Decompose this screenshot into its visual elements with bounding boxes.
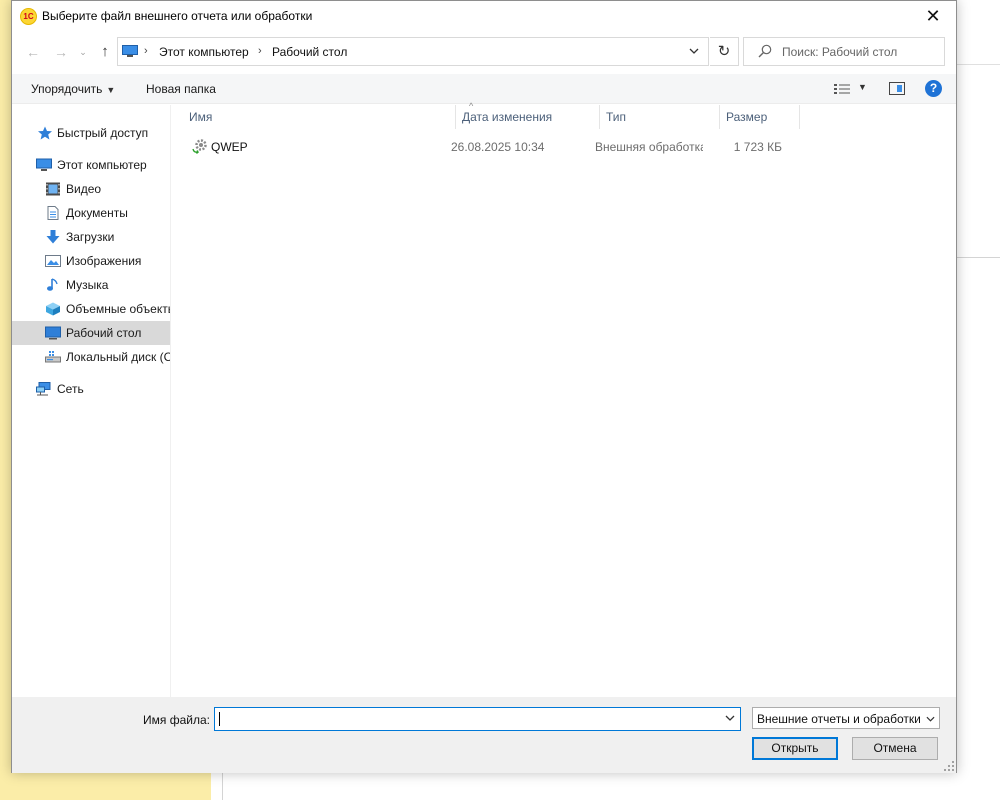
filter-selected-value: Внешние отчеты и обработки (757, 712, 921, 726)
search-icon (758, 44, 772, 58)
organize-menu-button[interactable]: Упорядочить ▼ (31, 82, 115, 96)
back-button[interactable]: ← (22, 41, 44, 63)
command-toolbar: Упорядочить ▼ Новая папка ▼ ? (12, 74, 956, 104)
nav-item-label: Видео (66, 182, 102, 196)
computer-icon (36, 158, 52, 171)
desktop-icon (45, 326, 61, 340)
file-type-filter-select[interactable]: Внешние отчеты и обработки (752, 707, 940, 729)
refresh-button[interactable]: ↻ (710, 37, 739, 66)
file-open-dialog: 1С Выберите файл внешнего отчета или обр… (11, 0, 957, 773)
breadcrumb-separator: › (144, 45, 148, 57)
search-input[interactable] (782, 38, 942, 65)
background-divider (956, 257, 1000, 258)
close-button[interactable]: ✕ (910, 1, 956, 32)
pane-divider (170, 105, 171, 697)
cube-icon (46, 302, 60, 316)
nav-item-3d-objects[interactable]: Объемные объекты (12, 297, 170, 321)
cancel-button[interactable]: Отмена (852, 737, 938, 760)
nav-item-downloads[interactable]: Загрузки (12, 225, 170, 249)
nav-item-label: Изображения (66, 254, 142, 268)
view-options-caret-icon[interactable]: ▼ (858, 82, 867, 92)
file-date: 26.08.2025 10:34 (451, 140, 545, 154)
address-bar[interactable]: › Этот компьютер › Рабочий стол (117, 37, 709, 66)
breadcrumb-desktop[interactable]: Рабочий стол (272, 45, 347, 59)
column-date-modified[interactable]: Дата изменения (456, 105, 600, 129)
forward-button[interactable]: → (50, 41, 72, 63)
chevron-down-icon[interactable] (680, 38, 708, 65)
file-name-label: Имя файла: (143, 713, 210, 727)
background-divider (956, 64, 1000, 65)
nav-item-documents[interactable]: Документы (12, 201, 170, 225)
title-bar: 1С Выберите файл внешнего отчета или обр… (12, 1, 956, 32)
column-size[interactable]: Размер (720, 105, 800, 129)
table-row[interactable]: QWEP 26.08.2025 10:34 Внешняя обработка … (182, 134, 792, 158)
help-icon[interactable]: ? (925, 80, 942, 97)
download-icon (46, 230, 60, 244)
file-name: QWEP (211, 140, 248, 154)
chevron-down-icon (923, 708, 937, 728)
nav-item-quick-access[interactable]: Быстрый доступ (12, 121, 170, 145)
nav-item-this-pc[interactable]: Этот компьютер (12, 153, 170, 177)
nav-item-label: Локальный диск (C:) (66, 350, 170, 364)
organize-label: Упорядочить (31, 82, 103, 96)
document-icon (47, 206, 59, 220)
network-icon (36, 382, 51, 396)
background-divider (222, 772, 223, 800)
breadcrumb-separator: › (258, 45, 262, 57)
nav-item-network[interactable]: Сеть (12, 377, 170, 401)
drive-icon (45, 351, 61, 363)
nav-item-desktop[interactable]: Рабочий стол (12, 321, 170, 345)
file-list-header: Имя ^ Дата изменения Тип Размер (171, 101, 956, 129)
up-button[interactable]: ↑ (94, 41, 116, 63)
video-icon (46, 182, 60, 196)
chevron-down-icon[interactable] (720, 708, 740, 730)
dialog-footer: Имя файла: Внешние отчеты и обработки От… (12, 697, 956, 773)
column-type[interactable]: Тип (600, 105, 720, 129)
file-type: Внешняя обработка (595, 140, 703, 154)
caret-down-icon: ▼ (106, 85, 116, 95)
file-name-input[interactable] (215, 708, 715, 730)
nav-item-video[interactable]: Видео (12, 177, 170, 201)
nav-item-label: Рабочий стол (66, 326, 142, 340)
breadcrumb-this-pc[interactable]: Этот компьютер (159, 45, 249, 59)
music-icon (47, 278, 58, 291)
external-processing-gear-icon (192, 139, 207, 154)
new-folder-button[interactable]: Новая папка (146, 82, 216, 96)
app-1c-icon: 1С (20, 8, 37, 25)
nav-item-images[interactable]: Изображения (12, 249, 170, 273)
nav-item-label: Этот компьютер (57, 158, 147, 172)
nav-item-label: Сеть (57, 382, 84, 396)
view-details-icon[interactable] (834, 83, 850, 95)
search-box[interactable] (743, 37, 945, 66)
nav-item-label: Объемные объекты (66, 302, 170, 316)
text-cursor (219, 712, 220, 726)
preview-pane-icon[interactable] (889, 82, 905, 95)
nav-item-label: Музыка (66, 278, 109, 292)
nav-item-local-disk[interactable]: Локальный диск (C:) (12, 345, 170, 369)
file-size: 1 723 КБ (733, 140, 782, 154)
computer-icon (122, 45, 138, 57)
column-name[interactable]: Имя (183, 105, 456, 129)
image-icon (45, 255, 61, 267)
nav-item-label: Быстрый доступ (57, 126, 149, 140)
file-name-combobox[interactable] (214, 707, 741, 731)
recent-locations-chevron-icon[interactable]: ⌄ (76, 41, 90, 63)
dialog-title: Выберите файл внешнего отчета или обрабо… (42, 9, 313, 23)
nav-item-label: Документы (66, 206, 128, 220)
open-button[interactable]: Открыть (752, 737, 838, 760)
star-icon (38, 126, 52, 140)
nav-item-music[interactable]: Музыка (12, 273, 170, 297)
resize-grip-icon[interactable] (944, 761, 954, 771)
navigation-pane: Быстрый доступ Этот компьютер Видео Доку… (12, 105, 170, 697)
nav-item-label: Загрузки (66, 230, 115, 244)
